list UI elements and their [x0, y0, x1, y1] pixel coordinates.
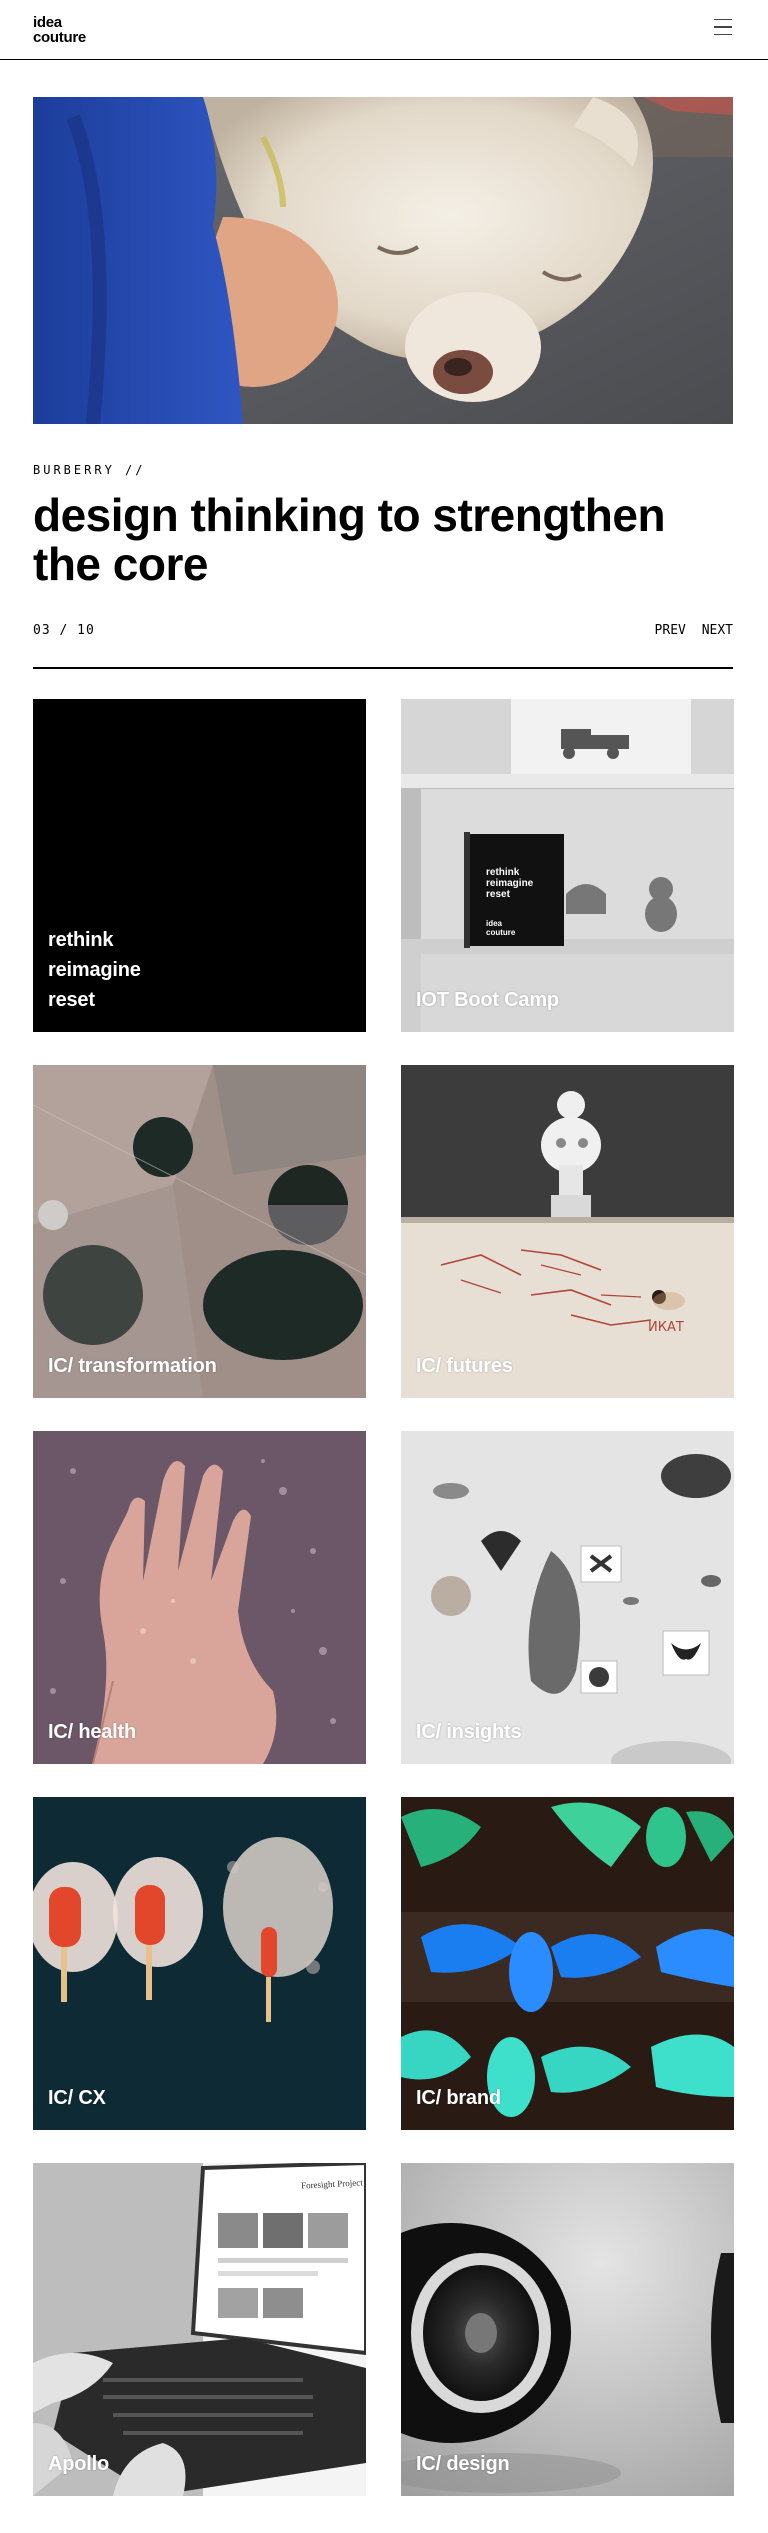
- logo[interactable]: idea couture: [33, 15, 86, 45]
- divider: [33, 667, 733, 669]
- tile-label: IC/ insights: [416, 1721, 522, 1743]
- tile-label: IC/ brand: [416, 2087, 501, 2109]
- tile-label: IC/ CX: [48, 2087, 106, 2109]
- site-header: idea couture: [0, 0, 768, 60]
- box-text: rethink reimagine reset: [486, 867, 534, 900]
- tile-label: IOT Boot Camp: [416, 989, 559, 1011]
- project-tile-brand[interactable]: IC/ brand: [401, 1797, 734, 2130]
- box-logo: idea couture: [486, 919, 516, 937]
- scribble-text: ИКАТ: [648, 1320, 684, 1335]
- logo-line-2: couture: [33, 29, 86, 46]
- project-tile-insights[interactable]: IC/ insights: [401, 1431, 734, 1764]
- tile-label: IC/ health: [48, 1721, 137, 1743]
- project-tile-design[interactable]: IC/ design: [401, 2163, 734, 2496]
- page-title: design thinking to strengthen the core: [33, 489, 666, 590]
- tile-label: IC/ futures: [416, 1355, 513, 1377]
- project-tile-iot-boot-camp[interactable]: rethink reimagine reset idea couture IOT…: [401, 699, 734, 1032]
- pagination: PREV NEXT: [647, 623, 733, 638]
- project-tile-rethink[interactable]: rethink reimagine reset: [33, 699, 366, 1032]
- tile-label: Apollo: [48, 2453, 110, 2475]
- logo-line-1: idea: [33, 14, 62, 31]
- project-tile-apollo[interactable]: Foresight Project Apollo: [33, 2163, 366, 2496]
- tile-label: rethink reimagine reset: [48, 929, 141, 1011]
- client-kicker: BURBERRY //: [33, 463, 146, 477]
- slide-counter: 03 / 10: [33, 623, 95, 638]
- hamburger-menu-icon[interactable]: [712, 16, 734, 38]
- next-link[interactable]: NEXT: [702, 623, 733, 638]
- prev-link[interactable]: PREV: [655, 623, 686, 638]
- project-tile-transformation[interactable]: IC/ transformation: [33, 1065, 366, 1398]
- project-tile-futures[interactable]: ИКАТ IC/ futures: [401, 1065, 734, 1398]
- project-tile-cx[interactable]: IC/ CX: [33, 1797, 366, 2130]
- tile-label: IC/ design: [416, 2453, 510, 2475]
- tile-label: IC/ transformation: [48, 1355, 217, 1377]
- hero-image: [33, 97, 733, 424]
- project-tile-health[interactable]: IC/ health: [33, 1431, 366, 1764]
